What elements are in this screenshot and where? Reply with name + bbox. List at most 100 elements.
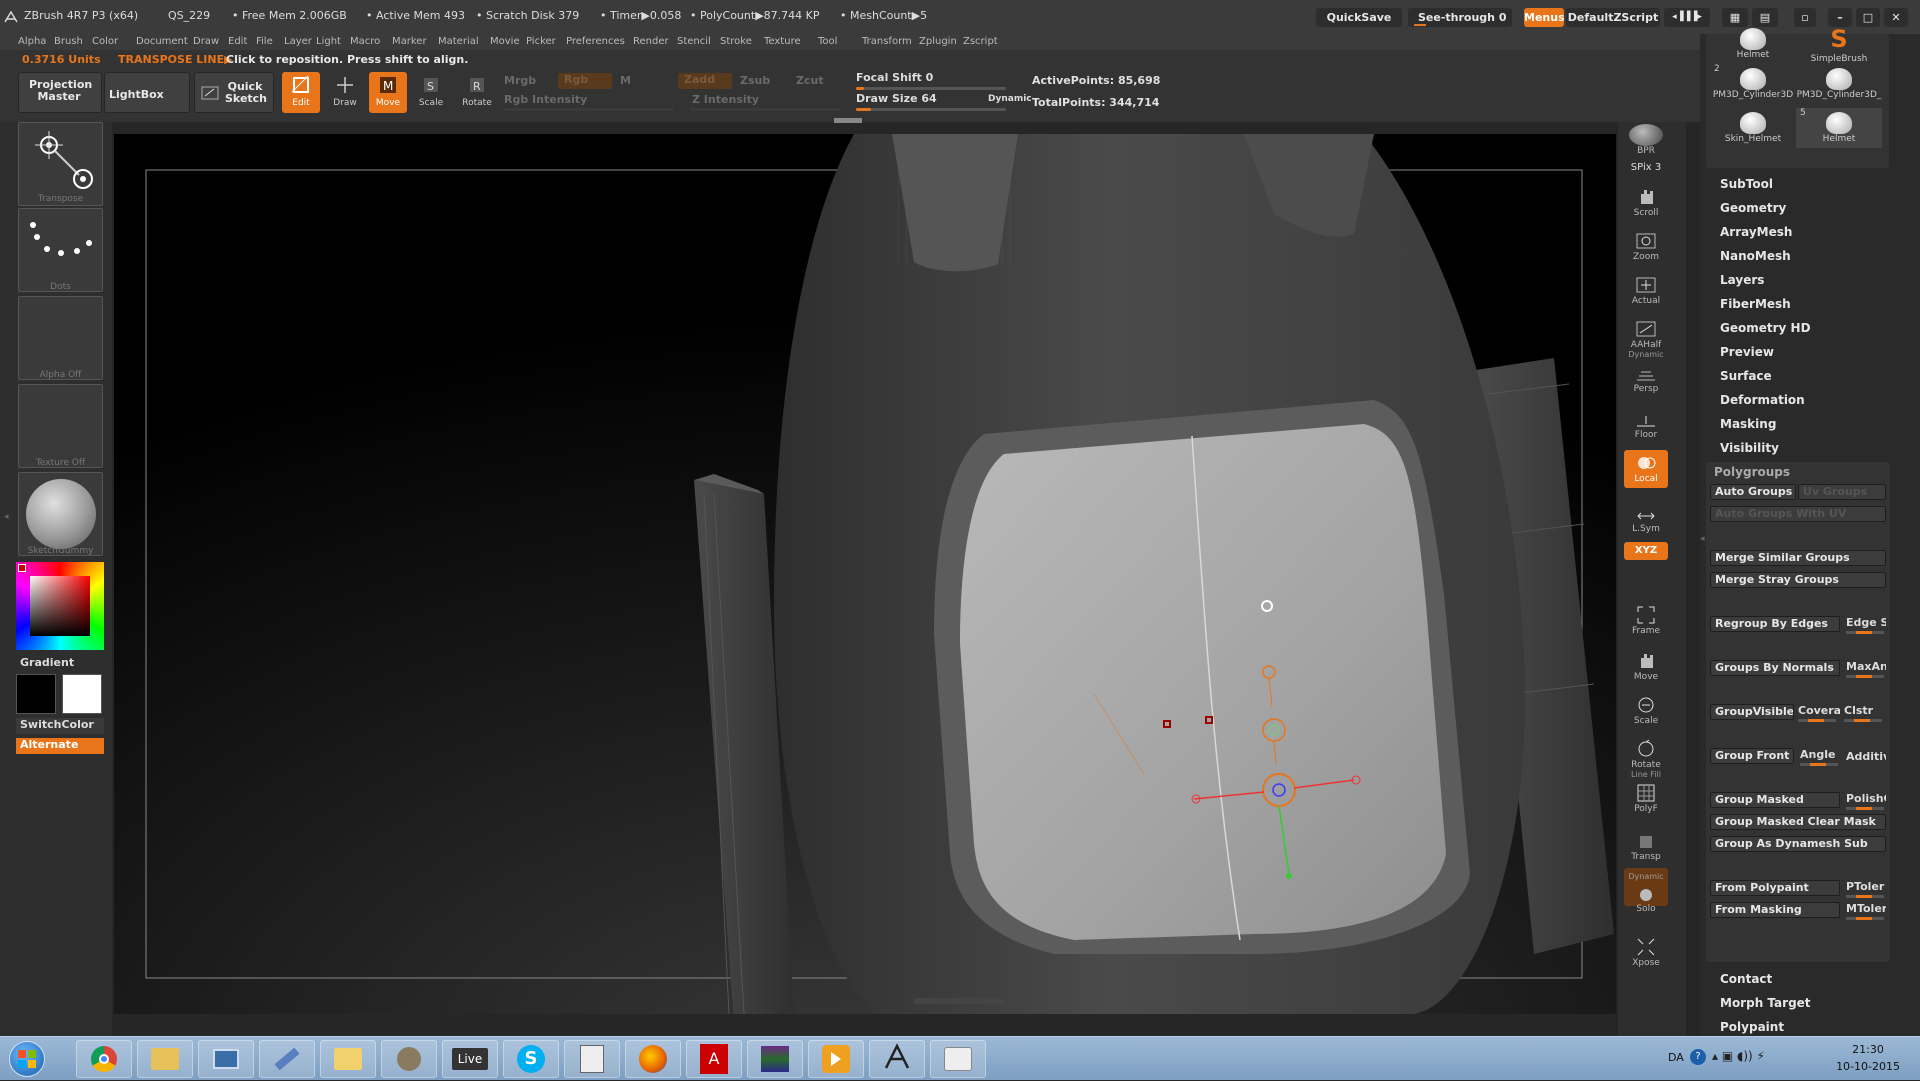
menu-picker[interactable]: Picker — [526, 36, 556, 47]
taskbar-gimp-button[interactable] — [381, 1040, 437, 1078]
menu-zscript[interactable]: Zscript — [963, 36, 998, 47]
solo-button[interactable]: Solo — [1624, 880, 1668, 918]
menu-texture[interactable]: Texture — [764, 36, 801, 47]
default-zscript-button[interactable]: DefaultZScript — [1566, 8, 1660, 27]
ptoler-slider[interactable]: PToler — [1846, 880, 1886, 893]
taskbar-paint-button[interactable] — [930, 1040, 986, 1078]
polyf-button[interactable]: PolyF — [1624, 780, 1668, 818]
menu-color[interactable]: Color — [92, 36, 118, 47]
move-button[interactable]: Move — [1624, 648, 1668, 686]
menu-material[interactable]: Material — [438, 36, 479, 47]
auto-groups-with-uv-button[interactable]: Auto Groups With UV — [1710, 506, 1886, 522]
palette-arraymesh[interactable]: ArrayMesh — [1720, 225, 1792, 239]
close-icon[interactable]: ✕ — [1884, 8, 1908, 27]
menu-preferences[interactable]: Preferences — [566, 36, 625, 47]
document-canvas[interactable] — [114, 134, 1616, 1014]
groups-by-normals-button[interactable]: Groups By Normals — [1710, 660, 1840, 676]
merge-similar-groups-button[interactable]: Merge Similar Groups — [1710, 550, 1886, 566]
lsym-button[interactable]: L.Sym — [1624, 500, 1668, 538]
local-button[interactable]: Local — [1624, 450, 1668, 488]
scale-button[interactable]: S Scale — [412, 72, 450, 113]
quick-sketch-button[interactable]: Quick Sketch — [194, 72, 274, 113]
scroll-button[interactable]: Scroll — [1624, 184, 1668, 222]
transp-button[interactable]: Transp — [1624, 828, 1668, 866]
menu-tool[interactable]: Tool — [818, 36, 837, 47]
menu-file[interactable]: File — [256, 36, 273, 47]
texture-thumb[interactable] — [18, 384, 103, 468]
palette-morph-target[interactable]: Morph Target — [1720, 996, 1811, 1010]
actual-button[interactable]: Actual — [1624, 272, 1668, 310]
groupvisible-button[interactable]: GroupVisible — [1710, 704, 1794, 720]
mtoler-slider[interactable]: MToler — [1846, 902, 1886, 915]
zoom-button[interactable]: Zoom — [1624, 228, 1668, 266]
palette-preview[interactable]: Preview — [1720, 345, 1774, 359]
taskbar-explorer-button[interactable] — [137, 1040, 193, 1078]
secondary-color-swatch[interactable] — [62, 674, 102, 714]
taskbar-live-button[interactable]: Live — [442, 1040, 498, 1078]
taskbar-folder-button[interactable] — [320, 1040, 376, 1078]
toolbar-scroll-handle[interactable] — [834, 118, 862, 123]
menu-draw[interactable]: Draw — [193, 36, 219, 47]
clstr-slider[interactable]: Clstr — [1844, 704, 1884, 717]
switchcolor-button[interactable]: SwitchColor — [16, 718, 104, 734]
auto-groups-button[interactable]: Auto Groups — [1710, 484, 1796, 500]
regroup-by-edges-button[interactable]: Regroup By Edges — [1710, 616, 1840, 632]
rotate-button[interactable]: Rotate — [1624, 736, 1668, 774]
palette-contact[interactable]: Contact — [1720, 972, 1772, 986]
main-color-swatch[interactable] — [16, 674, 56, 714]
palette-polypaint[interactable]: Polypaint — [1720, 1020, 1784, 1034]
material-thumb[interactable] — [18, 472, 103, 556]
subtool-item[interactable]: 5 Helmet — [1796, 108, 1882, 148]
helmet-model-view[interactable] — [114, 134, 1616, 1014]
polishg-slider[interactable]: PolishG — [1846, 792, 1886, 805]
alpha-thumb[interactable] — [18, 296, 103, 380]
persp-button[interactable]: Persp — [1624, 360, 1668, 398]
m-button[interactable]: M — [620, 74, 631, 87]
zsub-button[interactable]: Zsub — [740, 74, 770, 87]
color-picker[interactable] — [16, 562, 104, 650]
gradient-label[interactable]: Gradient — [20, 656, 74, 669]
menu-transform[interactable]: Transform — [862, 36, 912, 47]
from-polypaint-button[interactable]: From Polypaint — [1710, 880, 1840, 896]
taskbar-chrome-button[interactable] — [76, 1040, 132, 1078]
xpose-button[interactable]: Xpose — [1624, 934, 1668, 972]
stroke-thumb[interactable] — [18, 208, 103, 292]
menu-layer[interactable]: Layer — [284, 36, 312, 47]
subtool-item[interactable]: Helmet — [1710, 24, 1796, 64]
menu-document[interactable]: Document — [136, 36, 188, 47]
spix-button[interactable]: SPix 3 — [1624, 160, 1668, 178]
menu-zplugin[interactable]: Zplugin — [919, 36, 957, 47]
mrgb-button[interactable]: Mrgb — [504, 74, 536, 87]
taskbar-documents-button[interactable] — [564, 1040, 620, 1078]
menu-edit[interactable]: Edit — [228, 36, 247, 47]
menu-stroke[interactable]: Stroke — [720, 36, 752, 47]
move-button[interactable]: M Move — [369, 72, 407, 113]
z-intensity-slider[interactable]: Z Intensity — [692, 93, 759, 106]
taskbar-skype-button[interactable]: S — [503, 1040, 559, 1078]
group-masked-clear-mask-button[interactable]: Group Masked Clear Mask — [1710, 814, 1886, 830]
tray-icons[interactable]: ▴ ▣ ◖)) ⚡ — [1712, 1049, 1765, 1063]
angle-slider[interactable]: Angle — [1800, 748, 1840, 761]
alternate-button[interactable]: Alternate — [16, 738, 104, 754]
palette-fibermesh[interactable]: FiberMesh — [1720, 297, 1791, 311]
palette-geometry-hd[interactable]: Geometry HD — [1720, 321, 1811, 335]
edit-button[interactable]: Edit — [282, 72, 320, 113]
dynamic-toggle[interactable]: Dynamic — [988, 94, 1032, 104]
taskbar-pen-button[interactable] — [259, 1040, 315, 1078]
menus-button[interactable]: Menus — [1524, 8, 1565, 27]
frame-button[interactable]: Frame — [1624, 602, 1668, 640]
additive-slider[interactable]: Additiv — [1846, 750, 1886, 763]
palette-arrows-icon[interactable]: ◂▐▐▐▸ — [1664, 8, 1710, 27]
draw-size-slider[interactable]: Draw Size 64 — [856, 92, 937, 105]
palette-geometry[interactable]: Geometry — [1720, 201, 1786, 215]
lightbox-button[interactable]: LightBox — [104, 72, 190, 113]
language-indicator[interactable]: DA — [1668, 1051, 1684, 1064]
scale-button[interactable]: Scale — [1624, 692, 1668, 730]
draw-button[interactable]: Draw — [326, 72, 364, 113]
maxan-slider[interactable]: MaxAn — [1846, 660, 1886, 673]
taskbar-acrobat-button[interactable]: A — [686, 1040, 742, 1078]
menu-render[interactable]: Render — [633, 36, 669, 47]
left-tray-arrow-icon[interactable]: ◂ — [4, 512, 10, 526]
floor-button[interactable]: Floor — [1624, 406, 1668, 444]
subtool-item[interactable]: 2 PM3D_Cylinder3D — [1710, 64, 1796, 104]
